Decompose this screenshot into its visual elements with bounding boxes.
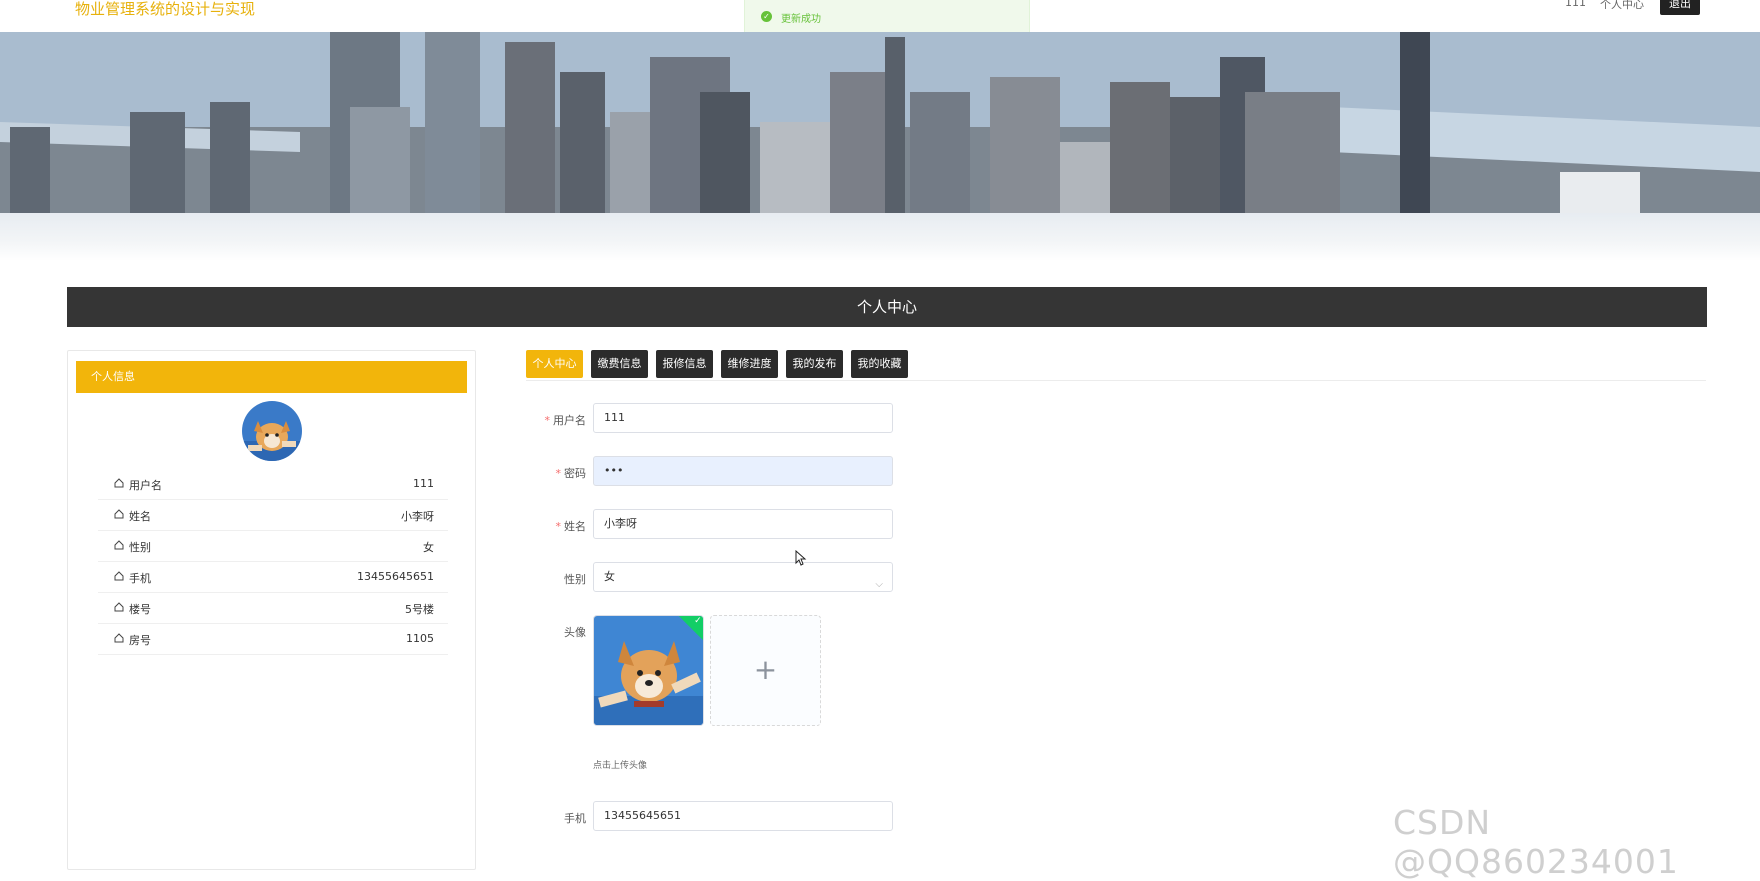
- info-row-name: 姓名 小李呀: [98, 500, 448, 531]
- profile-card-title: 个人信息: [76, 361, 467, 393]
- info-value: 5号楼: [405, 603, 434, 616]
- info-value: 小李呀: [401, 510, 434, 523]
- info-value: 女: [423, 541, 434, 554]
- section-title: 个人中心: [67, 287, 1707, 327]
- info-label: 姓名: [129, 510, 151, 523]
- plus-icon: +: [753, 653, 778, 686]
- site-title[interactable]: 物业管理系统的设计与实现: [75, 0, 255, 19]
- home-icon: [114, 540, 124, 550]
- home-icon: [114, 509, 124, 519]
- tab-my-posts[interactable]: 我的发布: [786, 350, 843, 378]
- info-row-phone: 手机 13455645651: [98, 562, 448, 593]
- tab-divider: [526, 380, 1706, 381]
- check-icon: ✓: [694, 615, 702, 626]
- profile-info-list: 用户名 111 姓名 小李呀 性别 女 手机 13455645651 楼号 5号…: [98, 469, 448, 655]
- info-value: 13455645651: [357, 570, 434, 583]
- avatar: [242, 401, 302, 461]
- uploaded-avatar-thumbnail[interactable]: ✓: [593, 615, 704, 726]
- dog-photo: [594, 616, 703, 725]
- tab-my-favorites[interactable]: 我的收藏: [851, 350, 908, 378]
- gender-label: 性别: [564, 573, 586, 586]
- info-row-username: 用户名 111: [98, 469, 448, 500]
- info-value: 111: [413, 477, 434, 490]
- info-label: 楼号: [129, 603, 151, 616]
- tab-repair-progress[interactable]: 维修进度: [721, 350, 778, 378]
- info-label: 手机: [129, 572, 151, 585]
- current-username: 111: [1565, 0, 1586, 9]
- avatar-label: 头像: [564, 626, 586, 639]
- info-value: 1105: [406, 632, 434, 645]
- home-icon: [114, 478, 124, 488]
- info-row-room: 房号 1105: [98, 624, 448, 655]
- info-label: 房号: [129, 634, 151, 647]
- upload-add-button[interactable]: +: [710, 615, 821, 726]
- gender-selected-value: 女: [604, 570, 615, 583]
- logout-button[interactable]: 退出: [1660, 0, 1700, 15]
- username-field[interactable]: 111: [593, 403, 893, 433]
- mouse-pointer-icon: [795, 550, 807, 566]
- username-label: * 用户名: [544, 414, 587, 427]
- skyline-graphic: [0, 32, 1760, 213]
- password-label: * 密码: [555, 467, 587, 480]
- name-label: * 姓名: [555, 520, 587, 533]
- toast-message: 更新成功: [781, 14, 821, 25]
- dog-avatar-image: [242, 401, 302, 461]
- password-field[interactable]: •••: [593, 456, 893, 486]
- home-icon: [114, 571, 124, 581]
- tab-payment-info[interactable]: 缴费信息: [591, 350, 648, 378]
- watermark: CSDN @QQ860234001: [1393, 803, 1679, 881]
- tab-personal-center[interactable]: 个人中心: [526, 350, 583, 378]
- success-check-icon: ✓: [761, 11, 772, 22]
- avatar-upload-tip: 点击上传头像: [593, 761, 648, 771]
- home-icon: [114, 633, 124, 643]
- info-label: 性别: [129, 541, 151, 554]
- chevron-down-icon: ⌵: [875, 579, 883, 590]
- gender-select[interactable]: 女 ⌵: [593, 562, 893, 592]
- success-toast: ✓ 更新成功: [744, 0, 1030, 33]
- personal-center-link[interactable]: 个人中心: [1600, 0, 1644, 12]
- home-icon: [114, 602, 124, 612]
- tab-repair-info[interactable]: 报修信息: [656, 350, 713, 378]
- name-field[interactable]: 小李呀: [593, 509, 893, 539]
- banner-city-image: [0, 32, 1760, 213]
- banner-reflection: [0, 213, 1760, 261]
- info-row-gender: 性别 女: [98, 531, 448, 562]
- phone-field[interactable]: 13455645651: [593, 801, 893, 831]
- profile-card: 个人信息 用户名 111 姓名 小李呀 性别 女 手机 13455645651 …: [67, 350, 476, 870]
- info-row-building: 楼号 5号楼: [98, 593, 448, 624]
- info-label: 用户名: [129, 479, 162, 492]
- phone-label: 手机: [564, 812, 586, 825]
